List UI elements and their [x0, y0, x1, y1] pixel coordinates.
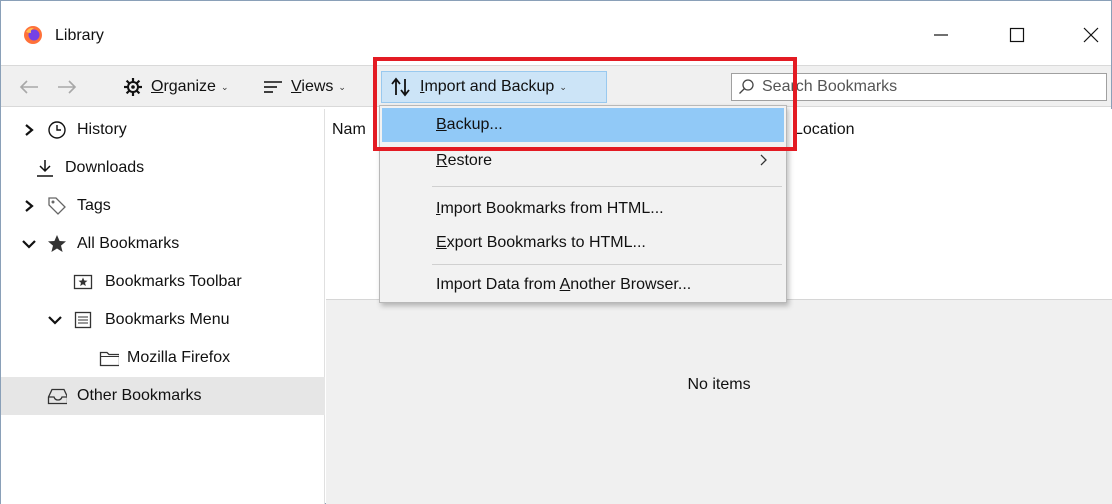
expand-arrow-icon[interactable] [21, 122, 37, 138]
search-input[interactable] [762, 78, 1092, 96]
sidebar-item-tags[interactable]: Tags [1, 187, 325, 225]
details-pane: No items [326, 299, 1112, 504]
menu-item-restore[interactable]: Restore [382, 144, 784, 178]
views-label: Views [291, 78, 334, 95]
sidebar-item-downloads[interactable]: Downloads [1, 149, 325, 187]
chevron-down-icon: ⌄ [338, 81, 346, 92]
inbox-tray-icon [47, 386, 67, 406]
menu-item-label: Import Data from Another Browser... [436, 276, 692, 293]
sidebar-tree: History Downloads Tags All Bookmarks Boo… [1, 109, 325, 504]
bookmarks-menu-icon [73, 310, 93, 330]
window-title: Library [55, 27, 104, 44]
menu-item-label: Backup... [436, 116, 503, 133]
import-export-arrows-icon [391, 77, 410, 97]
menu-item-label: Export Bookmarks to HTML... [436, 234, 646, 251]
maximize-icon [1009, 27, 1025, 43]
sidebar-item-history[interactable]: History [1, 111, 325, 149]
sidebar-item-label: Other Bookmarks [77, 387, 202, 404]
menu-item-label: Restore [436, 152, 493, 169]
back-button[interactable] [11, 71, 47, 103]
sidebar-item-bookmarks-toolbar[interactable]: Bookmarks Toolbar [1, 263, 325, 301]
empty-state-text: No items [687, 376, 751, 393]
minimize-icon [934, 34, 948, 36]
forward-button[interactable] [49, 71, 85, 103]
search-icon [739, 79, 754, 94]
minimize-button[interactable] [911, 15, 971, 55]
import-and-backup-label: Import and Backup [420, 78, 555, 95]
star-icon [47, 234, 67, 254]
menu-separator [432, 186, 782, 187]
import-and-backup-button[interactable]: Import and Backup ⌄ [381, 71, 607, 103]
forward-arrow-icon [58, 80, 77, 94]
firefox-icon [23, 25, 43, 45]
menu-separator [432, 264, 782, 265]
menu-item-backup[interactable]: Backup... [382, 108, 784, 142]
organize-label: Organize [151, 78, 216, 95]
maximize-button[interactable] [987, 15, 1047, 55]
chevron-down-icon: ⌄ [559, 81, 567, 92]
folder-icon [99, 348, 119, 368]
back-arrow-icon [19, 80, 38, 94]
sidebar-item-bookmarks-menu[interactable]: Bookmarks Menu [1, 301, 325, 339]
gear-icon [124, 78, 142, 96]
organize-button[interactable]: Organize ⌄ [123, 71, 228, 103]
import-backup-menu: Backup... Restore Import Bookmarks from … [379, 105, 787, 303]
expand-arrow-icon[interactable] [21, 198, 37, 214]
submenu-arrow-icon [760, 153, 768, 169]
sidebar-item-mozilla-firefox[interactable]: Mozilla Firefox [1, 339, 325, 377]
collapse-arrow-icon[interactable] [21, 236, 37, 252]
close-icon [1083, 27, 1099, 43]
title-bar: Library [1, 1, 1111, 57]
chevron-down-icon: ⌄ [220, 81, 229, 92]
column-header-name[interactable]: Nam [332, 121, 366, 139]
sidebar-item-label: Tags [77, 197, 111, 214]
views-list-icon [264, 81, 282, 93]
sidebar-item-label: History [77, 121, 127, 138]
collapse-arrow-icon[interactable] [47, 312, 63, 328]
menu-item-label: Import Bookmarks from HTML... [436, 200, 664, 217]
sidebar-item-all-bookmarks[interactable]: All Bookmarks [1, 225, 325, 263]
library-window: Library Organize ⌄ Views ⌄ Import and Ba… [0, 0, 1112, 504]
sidebar-item-other-bookmarks[interactable]: Other Bookmarks [1, 377, 325, 415]
menu-item-export-html[interactable]: Export Bookmarks to HTML... [382, 226, 784, 260]
sidebar-item-label: Downloads [65, 159, 145, 176]
menu-item-import-browser[interactable]: Import Data from Another Browser... [382, 268, 784, 302]
close-button[interactable] [1061, 15, 1112, 55]
sidebar-item-label: Bookmarks Toolbar [105, 273, 242, 290]
download-icon [35, 158, 55, 178]
sidebar-item-label: Bookmarks Menu [105, 311, 230, 328]
views-button[interactable]: Views ⌄ [263, 71, 346, 103]
search-box[interactable] [731, 73, 1107, 101]
tag-icon [47, 196, 67, 216]
column-header-location[interactable]: Location [794, 121, 855, 139]
bookmarks-toolbar-icon [73, 272, 93, 292]
sidebar-item-label: All Bookmarks [77, 235, 180, 252]
sidebar-item-label: Mozilla Firefox [127, 349, 231, 366]
clock-icon [47, 120, 67, 140]
menu-item-import-html[interactable]: Import Bookmarks from HTML... [382, 192, 784, 226]
